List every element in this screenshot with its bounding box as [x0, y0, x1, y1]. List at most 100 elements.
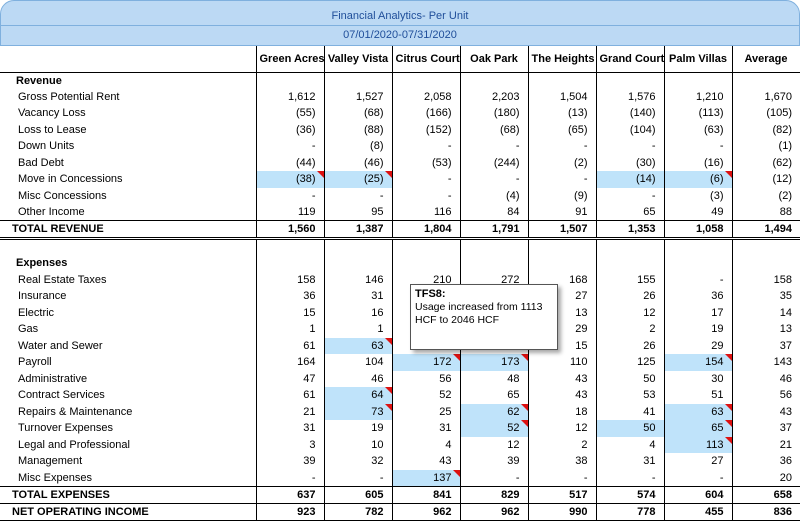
value-cell[interactable]: (140)	[595, 105, 664, 122]
value-cell[interactable]: (104)	[595, 121, 664, 138]
value-cell[interactable]: 39	[459, 453, 528, 470]
value-cell[interactable]: 26	[595, 337, 664, 354]
value-cell[interactable]: 12	[527, 420, 596, 437]
value-cell[interactable]: -	[255, 187, 324, 204]
value-cell[interactable]: 16	[323, 304, 392, 321]
value-cell[interactable]: 43	[731, 403, 800, 420]
value-cell[interactable]: -	[391, 187, 460, 204]
value-cell[interactable]: 146	[323, 271, 392, 288]
value-cell[interactable]: 51	[663, 387, 732, 404]
value-cell[interactable]: 1,804	[391, 220, 460, 240]
value-cell[interactable]: 49	[663, 204, 732, 221]
column-header[interactable]: The Heights	[528, 46, 597, 73]
value-cell[interactable]: (8)	[323, 138, 392, 155]
value-cell[interactable]: 14	[731, 304, 800, 321]
value-cell[interactable]: 173	[459, 354, 528, 371]
value-cell[interactable]: 19	[323, 420, 392, 437]
value-cell[interactable]: 1	[255, 321, 324, 338]
value-cell[interactable]: 30	[663, 370, 732, 387]
value-cell[interactable]: 56	[731, 387, 800, 404]
value-cell[interactable]: 3	[255, 436, 324, 453]
value-cell[interactable]: 4	[391, 436, 460, 453]
value-cell[interactable]: 43	[527, 387, 596, 404]
value-cell[interactable]: 1,612	[255, 88, 324, 105]
value-cell[interactable]: -	[459, 138, 528, 155]
value-cell[interactable]: 91	[527, 204, 596, 221]
value-cell[interactable]: (4)	[459, 187, 528, 204]
value-cell[interactable]: 50	[595, 370, 664, 387]
value-cell[interactable]: 21	[731, 436, 800, 453]
value-cell[interactable]: (166)	[391, 105, 460, 122]
value-cell[interactable]: 158	[731, 271, 800, 288]
value-cell[interactable]: -	[595, 469, 664, 486]
value-cell[interactable]: 61	[255, 337, 324, 354]
value-cell[interactable]: 1,494	[731, 220, 800, 240]
value-cell[interactable]: 2,058	[391, 88, 460, 105]
value-cell[interactable]: 137	[391, 469, 460, 486]
column-header[interactable]: Oak Park	[460, 46, 529, 73]
value-cell[interactable]: (25)	[323, 171, 392, 188]
value-cell[interactable]: 73	[323, 403, 392, 420]
value-cell[interactable]: 31	[255, 420, 324, 437]
value-cell[interactable]: -	[255, 138, 324, 155]
value-cell[interactable]: 962	[391, 502, 460, 521]
value-cell[interactable]: 50	[595, 420, 664, 437]
value-cell[interactable]: 1,210	[663, 88, 732, 105]
value-cell[interactable]: 21	[255, 403, 324, 420]
value-cell[interactable]: -	[663, 469, 732, 486]
value-cell[interactable]: 164	[255, 354, 324, 371]
column-header[interactable]: Green Acres	[256, 46, 325, 73]
value-cell[interactable]: 88	[731, 204, 800, 221]
value-cell[interactable]: 143	[731, 354, 800, 371]
value-cell[interactable]: (1)	[731, 138, 800, 155]
value-cell[interactable]: (53)	[391, 154, 460, 171]
value-cell[interactable]: 36	[731, 453, 800, 470]
value-cell[interactable]: 637	[255, 485, 324, 504]
value-cell[interactable]: 39	[255, 453, 324, 470]
value-cell[interactable]: 31	[391, 420, 460, 437]
value-cell[interactable]: (36)	[255, 121, 324, 138]
value-cell[interactable]: (14)	[595, 171, 664, 188]
value-cell[interactable]: (2)	[731, 187, 800, 204]
value-cell[interactable]: 56	[391, 370, 460, 387]
value-cell[interactable]: -	[255, 469, 324, 486]
value-cell[interactable]: 2	[595, 321, 664, 338]
value-cell[interactable]: 31	[323, 288, 392, 305]
value-cell[interactable]: (30)	[595, 154, 664, 171]
value-cell[interactable]: 38	[527, 453, 596, 470]
value-cell[interactable]: -	[663, 271, 732, 288]
value-cell[interactable]: 110	[527, 354, 596, 371]
value-cell[interactable]: (55)	[255, 105, 324, 122]
value-cell[interactable]: 84	[459, 204, 528, 221]
value-cell[interactable]: (65)	[527, 121, 596, 138]
value-cell[interactable]: 1,576	[595, 88, 664, 105]
value-cell[interactable]: 923	[255, 502, 324, 521]
value-cell[interactable]: 116	[391, 204, 460, 221]
value-cell[interactable]: 1,058	[663, 220, 732, 240]
value-cell[interactable]: 658	[731, 485, 800, 504]
value-cell[interactable]: (152)	[391, 121, 460, 138]
value-cell[interactable]: (12)	[731, 171, 800, 188]
value-cell[interactable]: 19	[663, 321, 732, 338]
value-cell[interactable]: 962	[459, 502, 528, 521]
value-cell[interactable]: 37	[731, 420, 800, 437]
value-cell[interactable]: 1,527	[323, 88, 392, 105]
value-cell[interactable]: -	[527, 171, 596, 188]
value-cell[interactable]: 26	[595, 288, 664, 305]
value-cell[interactable]: 32	[323, 453, 392, 470]
value-cell[interactable]: 17	[663, 304, 732, 321]
value-cell[interactable]: 36	[663, 288, 732, 305]
value-cell[interactable]: 154	[663, 354, 732, 371]
value-cell[interactable]: 155	[595, 271, 664, 288]
value-cell[interactable]: 1,560	[255, 220, 324, 240]
value-cell[interactable]: (68)	[459, 121, 528, 138]
value-cell[interactable]: 605	[323, 485, 392, 504]
value-cell[interactable]: 35	[731, 288, 800, 305]
value-cell[interactable]: 64	[323, 387, 392, 404]
value-cell[interactable]: 20	[731, 469, 800, 486]
value-cell[interactable]: (180)	[459, 105, 528, 122]
value-cell[interactable]: 1,387	[323, 220, 392, 240]
value-cell[interactable]: 113	[663, 436, 732, 453]
value-cell[interactable]: -	[323, 187, 392, 204]
value-cell[interactable]: 65	[663, 420, 732, 437]
